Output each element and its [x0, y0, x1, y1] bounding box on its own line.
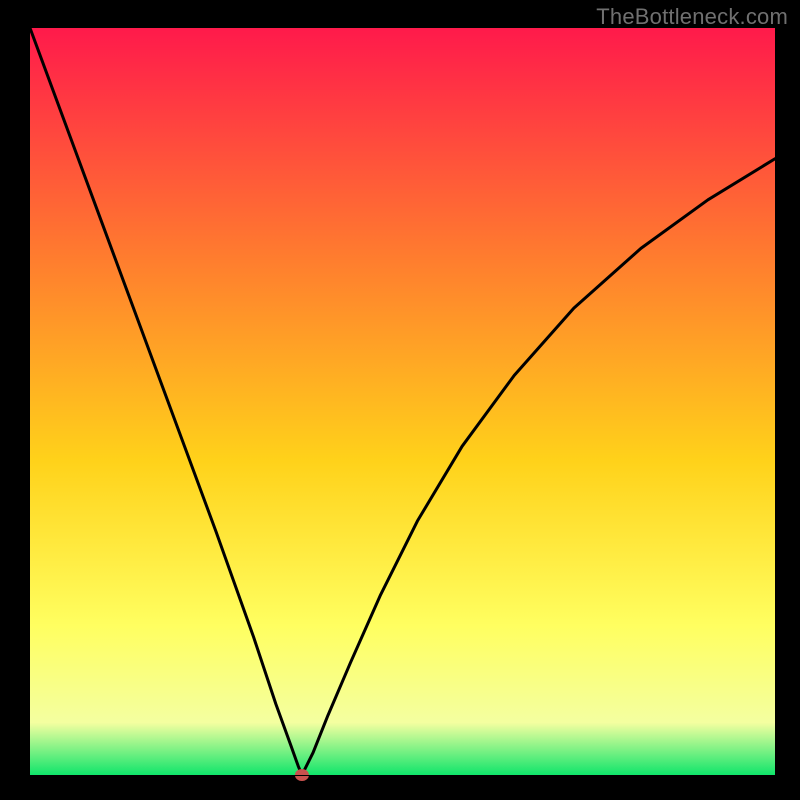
plot-background: [30, 28, 775, 775]
bottleneck-chart: [0, 0, 800, 800]
watermark-text: TheBottleneck.com: [596, 4, 788, 30]
chart-frame: TheBottleneck.com: [0, 0, 800, 800]
